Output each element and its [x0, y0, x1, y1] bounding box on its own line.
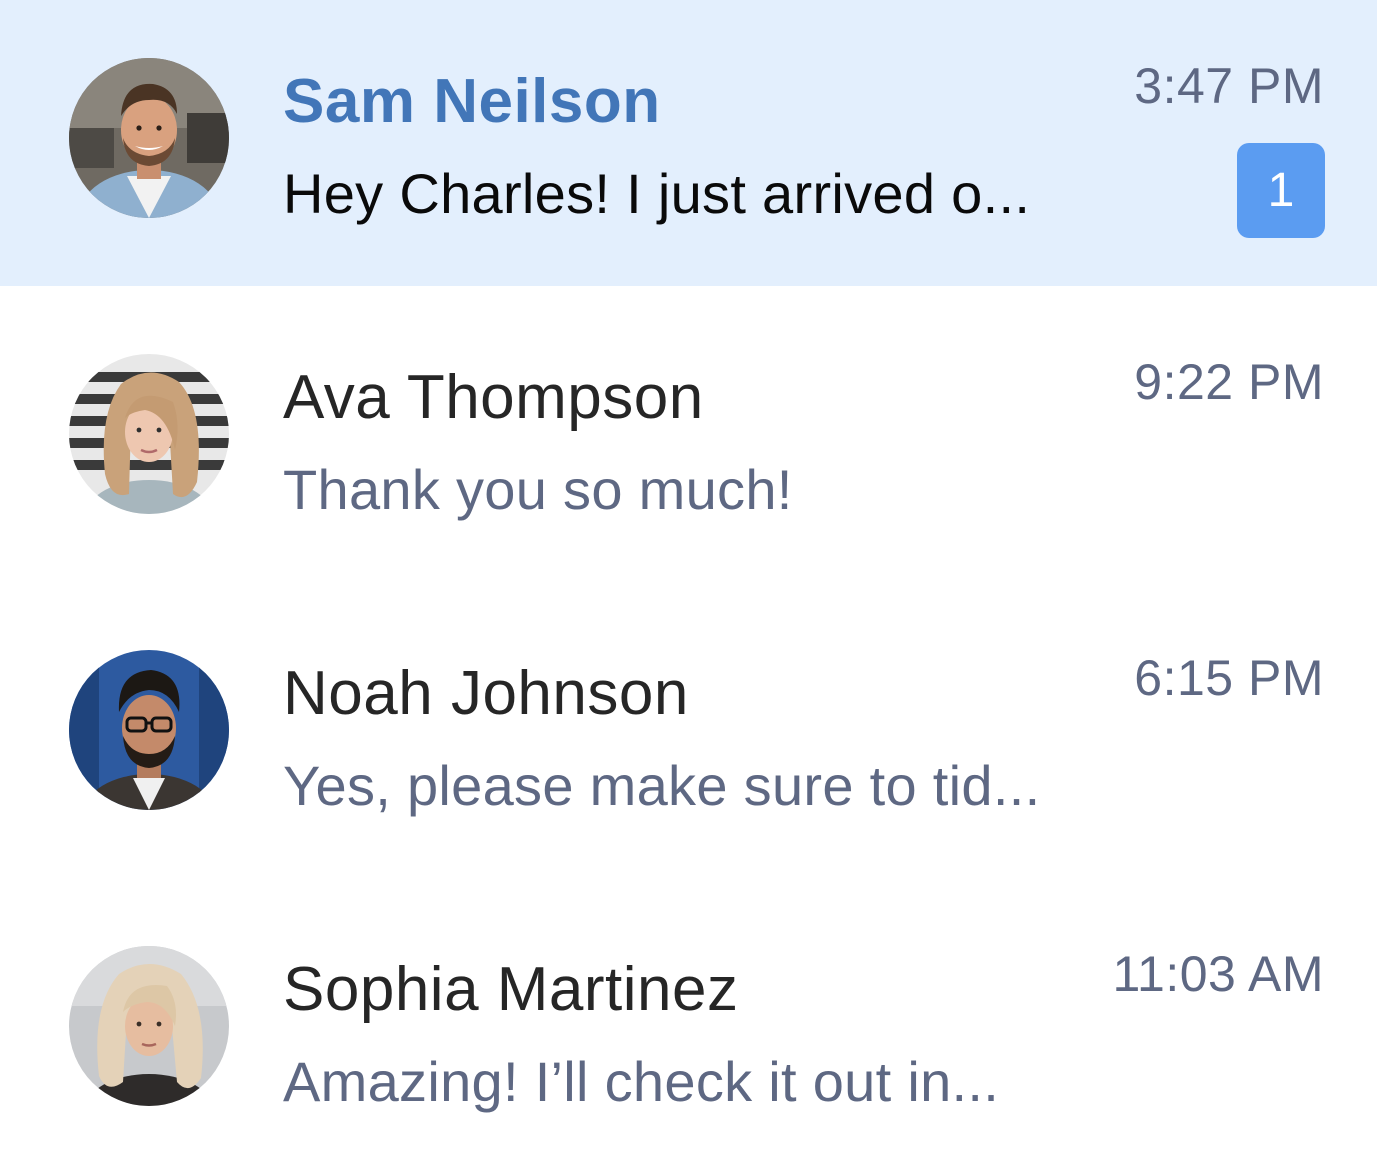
- contact-name: Ava Thompson: [283, 363, 704, 432]
- timestamp: 9:22 PM: [1134, 354, 1324, 410]
- conversation-item-ava-thompson[interactable]: Ava Thompson Thank you so much! 9:22 PM: [0, 296, 1377, 582]
- conversation-list: Sam Neilson Hey Charles! I just arrived …: [0, 0, 1377, 1161]
- timestamp: 3:47 PM: [1134, 58, 1324, 114]
- timestamp: 11:03 AM: [1112, 946, 1324, 1002]
- unread-count-badge: 1: [1237, 143, 1325, 238]
- timestamp: 6:15 PM: [1134, 650, 1324, 706]
- conversation-item-noah-johnson[interactable]: Noah Johnson Yes, please make sure to ti…: [0, 592, 1377, 878]
- avatar: [69, 650, 229, 810]
- contact-name: Sam Neilson: [283, 67, 661, 136]
- message-preview: Thank you so much!: [283, 458, 793, 521]
- avatar: [69, 946, 229, 1106]
- avatar: [69, 354, 229, 514]
- conversation-item-sam-neilson[interactable]: Sam Neilson Hey Charles! I just arrived …: [0, 0, 1377, 286]
- avatar: [69, 58, 229, 218]
- message-preview: Yes, please make sure to tid...: [283, 754, 1041, 817]
- contact-name: Sophia Martinez: [283, 955, 739, 1024]
- contact-name: Noah Johnson: [283, 659, 689, 728]
- message-preview: Amazing! I’ll check it out in...: [283, 1050, 1000, 1113]
- conversation-item-sophia-martinez[interactable]: Sophia Martinez Amazing! I’ll check it o…: [0, 888, 1377, 1161]
- message-preview: Hey Charles! I just arrived o...: [283, 162, 1031, 225]
